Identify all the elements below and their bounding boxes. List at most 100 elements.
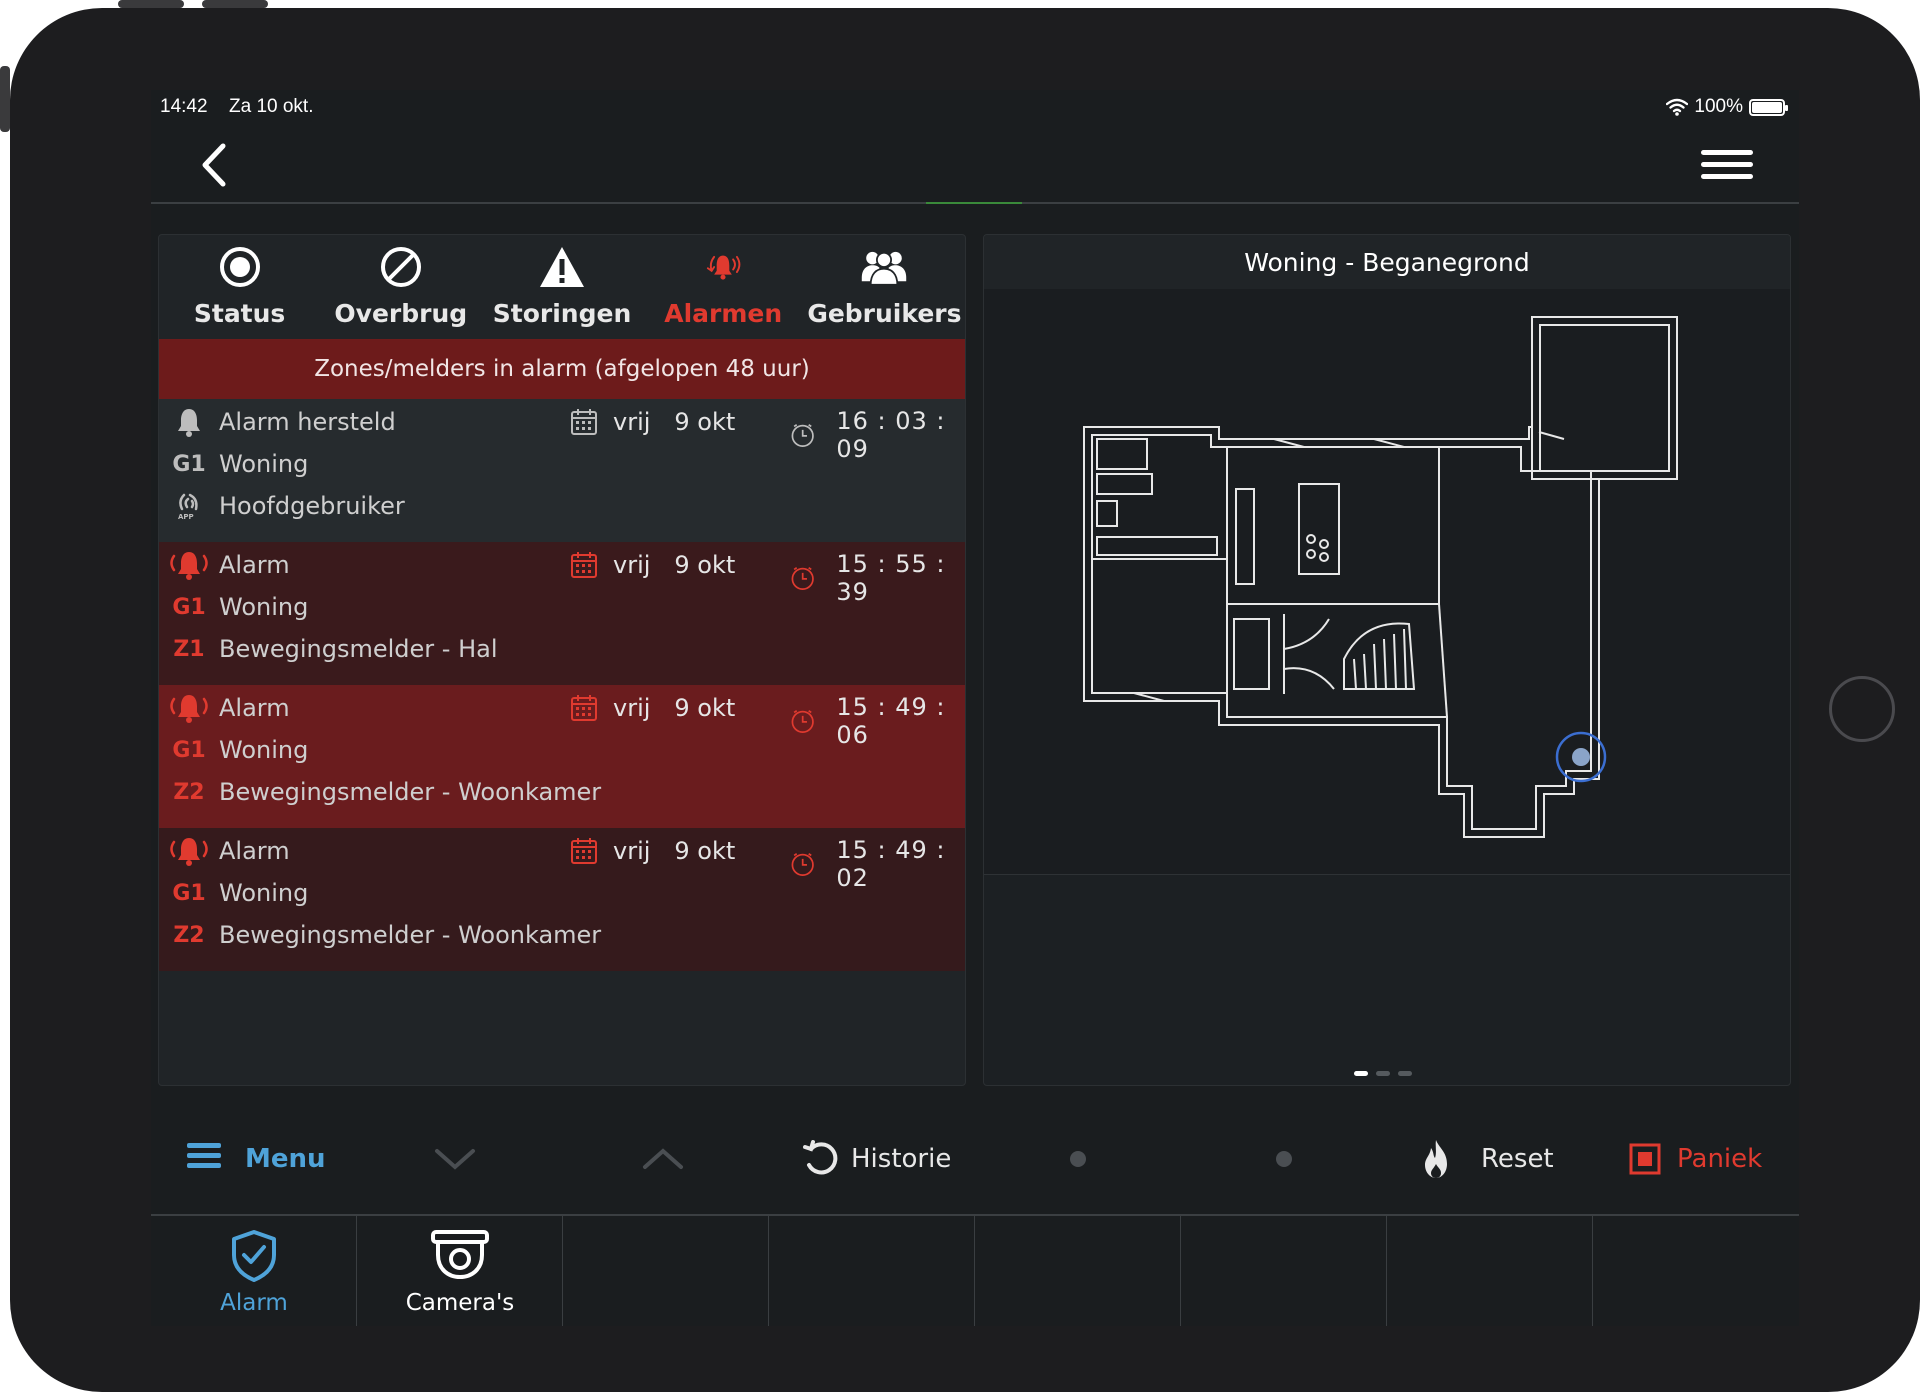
event-time: 16 : 03 : 09	[836, 407, 946, 463]
calendar-icon	[571, 695, 597, 721]
menu-label: Menu	[245, 1144, 326, 1174]
alarm-event-row[interactable]: Alarm G1 Woning Z2 Bewegingsmelder - Woo…	[159, 685, 965, 828]
scroll-down-button[interactable]	[433, 1120, 477, 1198]
floorplan-view[interactable]	[984, 289, 1790, 875]
clock-icon	[791, 710, 814, 733]
tab-storingen[interactable]: Storingen	[481, 235, 642, 339]
panic-label: Paniek	[1677, 1144, 1763, 1174]
floorplan-title: Woning - Beganegrond	[984, 235, 1790, 289]
menu-button[interactable]: Menu	[185, 1120, 326, 1198]
bottom-tab-bar: Alarm Camera's	[151, 1214, 1799, 1326]
event-type: Alarm	[219, 551, 290, 579]
wifi-icon	[1666, 98, 1689, 116]
event-date: 9 okt	[674, 408, 736, 436]
tab-overbrug[interactable]: Overbrug	[320, 235, 481, 339]
group-code: G1	[172, 594, 206, 620]
alarm-event-row[interactable]: Alarm hersteld G1 Woning APP Hoofdgebrui…	[159, 399, 965, 542]
tab-cameras[interactable]: Camera's	[357, 1216, 563, 1326]
action-toolbar: Menu Historie Reset Paniek	[151, 1120, 1799, 1198]
event-day: vrij	[613, 408, 651, 436]
event-source: Bewegingsmelder - Woonkamer	[219, 921, 602, 949]
tab-slot	[1181, 1216, 1387, 1326]
tab-status-label: Status	[193, 299, 286, 328]
status-bar: 14:42 Za 10 okt. 100%	[151, 90, 1799, 126]
chevron-up-icon	[643, 1148, 683, 1169]
category-tabs: Status Overbrug Storingen Alarmen Gebrui…	[159, 235, 965, 339]
tablet-frame: 14:42 Za 10 okt. 100% Status Overbrug St…	[0, 0, 1920, 1392]
page-dot[interactable]	[1376, 1071, 1390, 1076]
tab-slot	[1387, 1216, 1593, 1326]
tab-cameras-label: Camera's	[405, 1290, 515, 1316]
event-group: Woning	[219, 450, 309, 478]
tab-slot	[975, 1216, 1181, 1326]
event-date: 9 okt	[674, 694, 736, 722]
page-indicator[interactable]	[1354, 1071, 1412, 1076]
status-date: Za 10 okt.	[229, 96, 314, 117]
alarm-event-row[interactable]: Alarm G1 Woning Z1 Bewegingsmelder - Hal	[159, 542, 965, 685]
event-day: vrij	[613, 551, 651, 579]
event-time: 15 : 49 : 06	[836, 693, 946, 749]
tab-alarmen[interactable]: Alarmen	[643, 235, 804, 339]
event-group: Woning	[219, 736, 309, 764]
event-source: Bewegingsmelder - Woonkamer	[219, 778, 602, 806]
scroll-up-button[interactable]	[641, 1120, 685, 1198]
group-code: G1	[172, 737, 206, 763]
chevron-left-icon	[202, 143, 226, 187]
floorplan-drawing	[1083, 316, 1678, 838]
list-menu-icon	[187, 1142, 221, 1168]
chevron-down-icon	[435, 1149, 475, 1170]
bypass-icon	[380, 247, 421, 287]
clock-icon	[791, 424, 814, 447]
alarm-bell-icon	[707, 255, 741, 280]
bell-icon	[178, 409, 200, 437]
side-button	[0, 66, 10, 132]
history-label: Historie	[851, 1144, 952, 1174]
tab-overbrug-label: Overbrug	[334, 299, 468, 328]
hamburger-menu-icon[interactable]	[1701, 150, 1753, 180]
tab-alarm[interactable]: Alarm	[151, 1216, 357, 1326]
panic-button[interactable]: Paniek	[1629, 1120, 1762, 1198]
alarm-list-header: Zones/melders in alarm (afgelopen 48 uur…	[159, 339, 965, 399]
back-button[interactable]	[191, 140, 241, 190]
event-date: 9 okt	[674, 551, 736, 579]
toolbar-empty-slot	[1070, 1120, 1086, 1198]
svg-text:APP: APP	[178, 513, 194, 521]
battery-icon	[1749, 98, 1788, 116]
page-dot-active[interactable]	[1354, 1071, 1368, 1076]
group-code: G1	[172, 880, 206, 906]
tab-status[interactable]: Status	[159, 235, 320, 339]
event-group: Woning	[219, 879, 309, 907]
event-day: vrij	[613, 837, 651, 865]
users-icon	[862, 251, 907, 286]
calendar-icon	[571, 409, 597, 435]
power-button	[202, 0, 268, 8]
tab-slot	[1593, 1216, 1799, 1326]
history-button[interactable]: Historie	[801, 1120, 951, 1198]
app-screen: 14:42 Za 10 okt. 100% Status Overbrug St…	[151, 90, 1799, 1326]
tab-slot	[563, 1216, 769, 1326]
tab-slot	[769, 1216, 975, 1326]
alarm-bell-icon	[170, 695, 208, 723]
panic-icon	[1629, 1143, 1661, 1175]
alarm-event-row[interactable]: Alarm G1 Woning Z2 Bewegingsmelder - Woo…	[159, 828, 965, 971]
tab-gebruikers[interactable]: Gebruikers	[804, 235, 965, 339]
zone-code: Z2	[173, 779, 205, 805]
event-date: 9 okt	[674, 837, 736, 865]
floorplan-panel: Woning - Beganegrond	[983, 234, 1791, 1086]
history-icon	[803, 1140, 838, 1175]
fire-icon	[1425, 1140, 1447, 1178]
event-source: Hoofdgebruiker	[219, 492, 405, 520]
volume-button	[118, 0, 184, 8]
reset-button[interactable]: Reset	[1421, 1120, 1554, 1198]
tab-alarm-label: Alarm	[220, 1290, 288, 1316]
status-icon	[219, 247, 260, 287]
clock-icon	[791, 567, 814, 590]
warning-icon	[540, 247, 584, 287]
app-user-icon: APP	[178, 493, 198, 521]
home-button[interactable]	[1829, 676, 1895, 742]
shield-check-icon	[232, 1230, 276, 1282]
page-dot[interactable]	[1398, 1071, 1412, 1076]
alarm-bell-icon	[170, 552, 208, 580]
battery-percentage: 100%	[1694, 96, 1743, 117]
alarm-bell-icon	[170, 838, 208, 866]
